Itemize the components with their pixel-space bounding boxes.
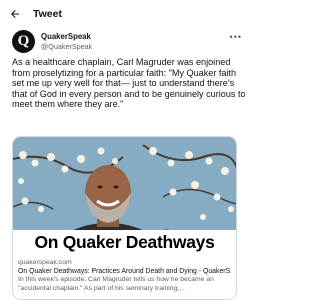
- card-banner: On Quaker Deathways: [13, 230, 236, 255]
- card-banner-text: On Quaker Deathways: [34, 232, 215, 252]
- card-domain: quakerspeak.com: [18, 259, 72, 266]
- card-title[interactable]: On Quaker Deathways: Practices Around De…: [18, 267, 231, 276]
- card-image[interactable]: On Quaker Deathways: [13, 137, 236, 255]
- more-horizontal-icon[interactable]: •••: [230, 32, 242, 42]
- card-description: In this week's episode, Carl Magruder te…: [18, 276, 214, 292]
- tweet-author: Q QuakerSpeak @QuakerSpeak •••: [12, 30, 246, 54]
- author-handle[interactable]: @QuakerSpeak: [41, 42, 92, 52]
- tweet-text: As a healthcare chaplain, Carl Magruder …: [12, 57, 246, 110]
- tweet-header: Tweet: [0, 0, 254, 27]
- arrow-left-icon[interactable]: [8, 7, 22, 21]
- card-meta[interactable]: quakerspeak.com On Quaker Deathways: Pra…: [13, 255, 236, 293]
- avatar[interactable]: Q: [12, 30, 35, 53]
- page-title: Tweet: [33, 7, 62, 20]
- author-display-name[interactable]: QuakerSpeak: [41, 32, 92, 42]
- link-card[interactable]: On Quaker Deathways quakerspeak.com On Q…: [12, 136, 237, 300]
